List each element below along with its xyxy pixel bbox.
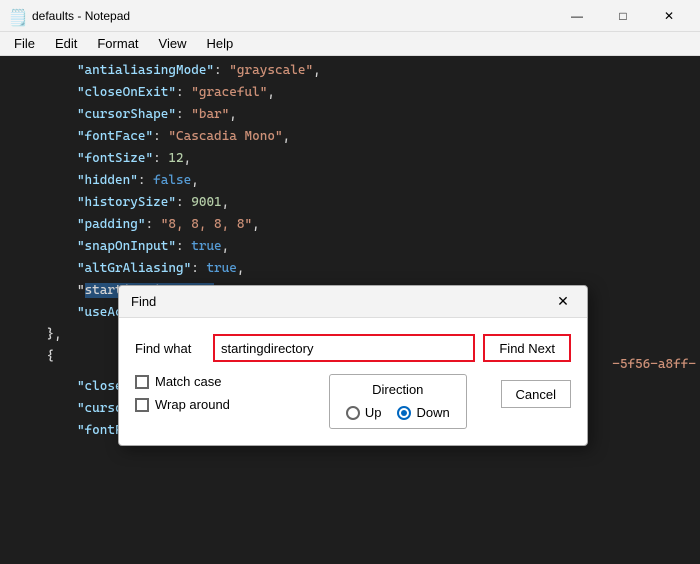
dialog-close-button[interactable]: ✕	[551, 290, 575, 314]
find-next-button[interactable]: Find Next	[483, 334, 571, 362]
menu-file[interactable]: File	[4, 32, 45, 55]
code-line-5: "fontSize": 12,	[16, 148, 684, 170]
wrap-around-label: Wrap around	[155, 397, 230, 412]
direction-down-radio[interactable]	[397, 406, 411, 420]
code-line-6: "hidden": false,	[16, 170, 684, 192]
checkboxes-col: Match case Wrap around	[135, 374, 295, 412]
code-line-8: "padding": "8, 8, 8, 8",	[16, 214, 684, 236]
direction-down-label: Down	[416, 405, 449, 420]
direction-down-option[interactable]: Down	[397, 405, 449, 420]
code-line-3: "cursorShape": "bar",	[16, 104, 684, 126]
code-line-4: "fontFace": "Cascadia Mono",	[16, 126, 684, 148]
app-icon: 🗒️	[8, 8, 24, 24]
direction-label: Direction	[372, 382, 423, 397]
direction-col: Direction Up Down	[307, 374, 489, 429]
maximize-button[interactable]: □	[600, 0, 646, 32]
match-case-option[interactable]: Match case	[135, 374, 295, 389]
window-controls: — □ ✕	[554, 0, 692, 32]
cancel-button[interactable]: Cancel	[501, 380, 571, 408]
direction-up-label: Up	[365, 405, 382, 420]
match-case-checkbox[interactable]	[135, 375, 149, 389]
find-what-row: Find what Find Next	[135, 334, 571, 362]
code-line-1: "antialiasingMode": "grayscale",	[16, 60, 684, 82]
wrap-around-checkbox[interactable]	[135, 398, 149, 412]
window-title: defaults - Notepad	[32, 9, 546, 23]
menu-view[interactable]: View	[149, 32, 197, 55]
dialog-title-bar: Find ✕	[119, 286, 587, 318]
cutoff-text-1: -5f56-a8ff-	[612, 354, 696, 376]
direction-up-option[interactable]: Up	[346, 405, 382, 420]
code-line-2: "closeOnExit": "graceful",	[16, 82, 684, 104]
options-row: Match case Wrap around Direction	[135, 374, 571, 429]
menu-help[interactable]: Help	[196, 32, 243, 55]
close-button[interactable]: ✕	[646, 0, 692, 32]
match-case-label: Match case	[155, 374, 221, 389]
direction-up-radio[interactable]	[346, 406, 360, 420]
code-line-10: "altGrAliasing": true,	[16, 258, 684, 280]
wrap-around-option[interactable]: Wrap around	[135, 397, 295, 412]
code-line-9: "snapOnInput": true,	[16, 236, 684, 258]
find-what-input[interactable]	[213, 334, 475, 362]
menu-format[interactable]: Format	[87, 32, 148, 55]
dialog-title: Find	[131, 294, 551, 309]
direction-options: Up Down	[346, 405, 450, 420]
dialog-body: Find what Find Next Match case Wrap arou…	[119, 318, 587, 445]
menu-bar: File Edit Format View Help	[0, 32, 700, 56]
find-dialog: Find ✕ Find what Find Next Match case	[118, 285, 588, 446]
menu-edit[interactable]: Edit	[45, 32, 87, 55]
title-bar: 🗒️ defaults - Notepad — □ ✕	[0, 0, 700, 32]
find-what-label: Find what	[135, 341, 205, 356]
cancel-col: Cancel	[501, 374, 571, 408]
code-line-7: "historySize": 9001,	[16, 192, 684, 214]
minimize-button[interactable]: —	[554, 0, 600, 32]
